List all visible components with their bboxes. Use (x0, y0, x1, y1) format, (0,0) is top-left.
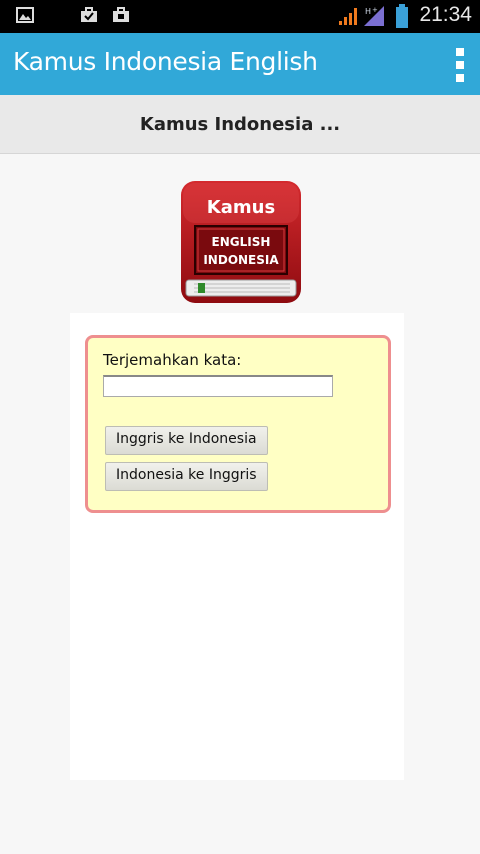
signal-icon (339, 8, 357, 25)
indonesian-to-english-button[interactable]: Indonesia ke Inggris (105, 462, 268, 491)
translate-form: Terjemahkan kata: Inggris ke Indonesia I… (85, 335, 391, 513)
english-to-indonesian-button[interactable]: Inggris ke Indonesia (105, 426, 268, 455)
logo-title: Kamus (207, 197, 275, 218)
logo-english: ENGLISH (212, 235, 271, 249)
battery-icon (396, 4, 408, 28)
page-header: Kamus Indonesia ... (0, 95, 480, 154)
briefcase-notification-icon (81, 7, 97, 22)
page-title: Kamus Indonesia ... (139, 113, 341, 135)
word-input[interactable] (103, 375, 333, 397)
svg-text:H: H (365, 7, 371, 16)
briefcase-notification-icon (113, 7, 129, 22)
svg-text:+: + (372, 6, 378, 14)
app-logo: Kamus ENGLISH INDONESIA (181, 181, 301, 303)
clock: 21:34 (419, 3, 472, 26)
overflow-menu-button[interactable] (454, 48, 466, 82)
logo-indonesia: INDONESIA (203, 253, 279, 267)
picture-icon (16, 7, 34, 23)
status-bar: H + 21:34 (0, 0, 480, 33)
overflow-menu-icon (456, 48, 464, 56)
content-card: Terjemahkan kata: Inggris ke Indonesia I… (70, 313, 404, 780)
action-bar: Kamus Indonesia English (0, 33, 480, 95)
app-title: Kamus Indonesia English (13, 47, 318, 76)
translate-label: Terjemahkan kata: (103, 351, 242, 369)
data-network-icon: H + (364, 6, 384, 26)
